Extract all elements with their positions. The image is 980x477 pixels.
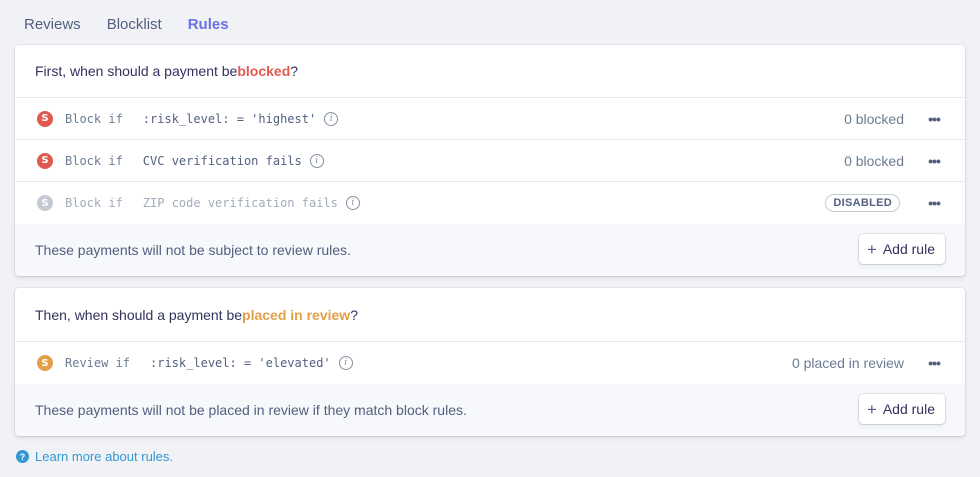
rule-condition: ZIP code verification fails <box>142 196 338 210</box>
stripe-badge-icon: S <box>37 110 53 127</box>
info-icon[interactable]: i <box>345 196 360 210</box>
add-rule-label: Add rule <box>882 241 935 257</box>
info-icon[interactable]: i <box>338 356 353 370</box>
status-badge: DISABLED <box>825 194 900 212</box>
rule-count: 0 blocked <box>844 110 904 127</box>
more-horizontal-icon[interactable]: ••• <box>926 111 942 127</box>
info-icon[interactable]: i <box>309 153 324 168</box>
rule-verb: Block if <box>65 153 123 168</box>
rule-row-block-risk-level[interactable]: S Block if :risk_level: = 'highest' i 0 … <box>15 98 965 140</box>
info-icon[interactable]: i <box>324 111 339 126</box>
add-review-rule-button[interactable]: + Add rule <box>858 394 945 424</box>
more-horizontal-icon[interactable]: ••• <box>926 195 942 211</box>
rule-condition: :risk_level: = 'highest' <box>142 111 317 126</box>
block-section-title: First, when should a payment be blocked? <box>15 45 965 98</box>
tab-blocklist[interactable]: Blocklist <box>107 16 162 33</box>
rule-count: 0 placed in review <box>791 355 904 371</box>
footer-text: These payments will not be placed in rev… <box>35 402 467 418</box>
stripe-badge-icon: S <box>37 355 53 371</box>
tab-bar: Reviews Blocklist Rules <box>24 0 229 48</box>
review-section-title: Then, when should a payment be placed in… <box>15 288 965 342</box>
stripe-badge-icon: S <box>37 152 53 169</box>
rule-count: 0 blocked <box>844 152 904 169</box>
tab-rules[interactable]: Rules <box>188 16 229 33</box>
tab-reviews[interactable]: Reviews <box>24 16 81 33</box>
block-section-footer: These payments will not be subject to re… <box>15 224 965 276</box>
review-section-footer: These payments will not be placed in rev… <box>15 384 965 436</box>
rule-condition: :risk_level: = 'elevated' <box>150 356 331 370</box>
add-rule-label: Add rule <box>882 401 935 417</box>
help-circle-icon: ? <box>16 450 29 463</box>
blocked-highlight: blocked <box>237 63 291 79</box>
rule-verb: Review if <box>65 356 131 370</box>
rule-verb: Block if <box>65 111 123 126</box>
add-block-rule-button[interactable]: + Add rule <box>858 234 945 264</box>
plus-icon: + <box>866 239 877 259</box>
more-horizontal-icon[interactable]: ••• <box>926 153 942 169</box>
rule-row-block-cvc[interactable]: S Block if CVC verification fails i 0 bl… <box>15 140 965 182</box>
plus-icon: + <box>866 399 877 419</box>
rule-row-block-zip[interactable]: S Block if ZIP code verification fails i… <box>15 182 965 224</box>
learn-more-link[interactable]: Learn more about rules. <box>35 449 173 464</box>
stripe-badge-icon: S <box>37 195 53 211</box>
review-rules-card: Then, when should a payment be placed in… <box>15 288 965 436</box>
learn-more: ? Learn more about rules. <box>16 449 173 464</box>
more-horizontal-icon[interactable]: ••• <box>926 355 942 371</box>
rule-condition: CVC verification fails <box>142 153 302 168</box>
footer-text: These payments will not be subject to re… <box>35 242 351 258</box>
review-highlight: placed in review <box>242 306 351 323</box>
block-rules-card: First, when should a payment be blocked?… <box>15 45 965 276</box>
rule-verb: Block if <box>65 196 123 210</box>
rule-row-review-risk-level[interactable]: S Review if :risk_level: = 'elevated' i … <box>15 342 965 384</box>
